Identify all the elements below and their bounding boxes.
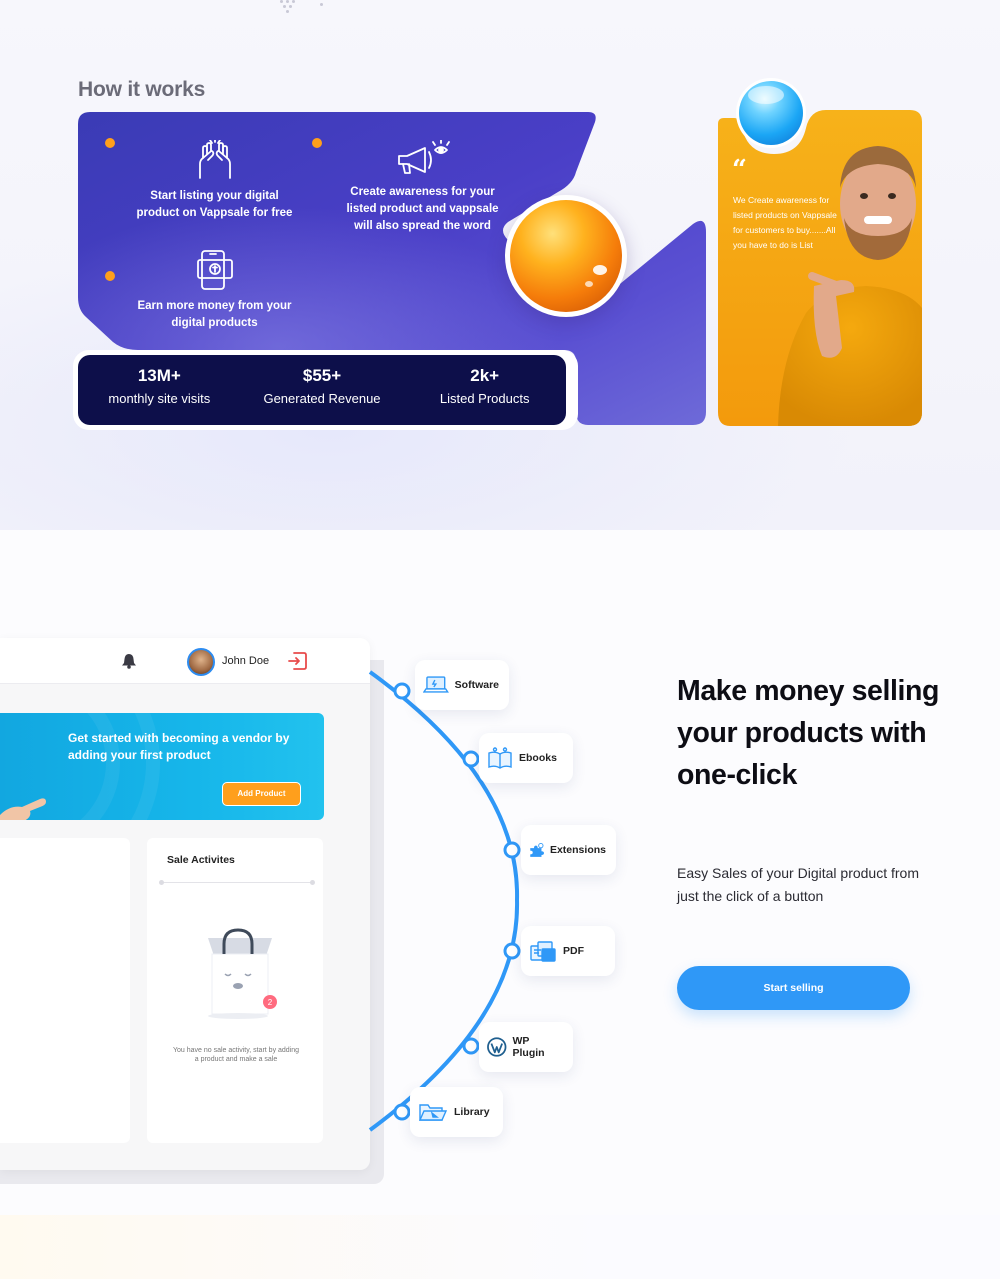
dashboard-panel-left <box>0 838 130 1143</box>
laptop-icon <box>423 676 449 693</box>
stat-label: Generated Revenue <box>263 391 381 406</box>
vendor-banner: Get started with becoming a vendor by ad… <box>0 713 324 820</box>
feature-bullet <box>105 271 115 281</box>
chip-label: Library <box>454 1106 490 1118</box>
start-selling-button[interactable]: Start selling <box>677 966 910 1010</box>
testimonial-card: “ We Create awareness for listed product… <box>716 108 922 426</box>
megaphone-icon <box>397 140 450 174</box>
how-it-works-section: How it works Start listing your digital … <box>0 0 1000 530</box>
stat-visits: 13M+ monthly site visits <box>78 355 241 425</box>
feature-earn-money: Earn more money from your digital produc… <box>132 250 297 332</box>
category-chip-wp-plugin[interactable]: WP Plugin <box>479 1022 573 1072</box>
section-title: How it works <box>78 78 206 101</box>
stat-value: $55+ <box>302 366 342 385</box>
feature-bullet <box>312 138 322 148</box>
stat-revenue: $55+ Generated Revenue <box>241 355 404 425</box>
chip-label: PDF <box>563 945 584 957</box>
feature-bullet <box>105 138 115 148</box>
chip-label: WP Plugin <box>512 1035 545 1059</box>
panel-divider <box>159 880 315 885</box>
avatar[interactable] <box>187 648 215 676</box>
stat-label: Listed Products <box>439 391 530 406</box>
pointing-hand-icon <box>0 798 46 820</box>
wordpress-icon <box>487 1037 507 1057</box>
vendor-banner-text: Get started with becoming a vendor by ad… <box>68 731 290 762</box>
category-chip-pdf[interactable]: PDF <box>521 926 615 976</box>
book-icon <box>488 747 512 769</box>
category-chip-library[interactable]: Library <box>410 1087 503 1137</box>
feature-create-awareness: Create awareness for your listed product… <box>340 140 505 235</box>
category-chip-software[interactable]: Software <box>415 660 509 710</box>
puzzle-icon <box>530 843 544 857</box>
user-name: John Doe <box>222 655 270 667</box>
stat-value: 13M+ <box>137 366 181 385</box>
feature-start-listing: Start listing your digital product on Va… <box>132 140 297 222</box>
add-product-button[interactable]: Add Product <box>222 782 301 806</box>
category-chip-extensions[interactable]: Extensions <box>521 825 616 875</box>
dashboard-header: John Doe <box>0 638 370 684</box>
quote-mark: “ <box>732 155 747 185</box>
chip-label: Software <box>454 679 499 691</box>
blue-sphere-decoration <box>736 78 806 148</box>
stat-label: monthly site visits <box>108 391 211 406</box>
bell-icon[interactable] <box>121 653 137 669</box>
folder-icon <box>418 1104 448 1121</box>
promo-subtext: Easy Sales of your Digital product from … <box>677 865 919 904</box>
empty-sale-text: You have no sale activity, start by addi… <box>172 1047 300 1063</box>
feature-text: Earn more money from your digital produc… <box>137 300 292 329</box>
category-chip-ebooks[interactable]: Ebooks <box>479 733 573 783</box>
section-footer-fade <box>0 1215 1000 1279</box>
feature-text: Create awareness for your listed product… <box>346 186 499 232</box>
money-phone-icon <box>196 250 233 290</box>
promo-headline: Make money selling your products with on… <box>677 675 940 791</box>
dashboard-preview: John Doe Get started with becoming a ven… <box>0 638 370 1170</box>
stat-products: 2k+ Listed Products <box>403 355 566 425</box>
sale-activities-panel: Sale Activites 2 You have no sale activi… <box>147 838 323 1143</box>
stats-bar: 13M+ monthly site visits $55+ Generated … <box>78 355 566 425</box>
empty-bag-illustration: 2 <box>208 928 277 1019</box>
chip-label: Extensions <box>549 844 606 856</box>
stat-value: 2k+ <box>470 366 500 385</box>
feature-text: Start listing your digital product on Va… <box>136 190 293 219</box>
logout-icon[interactable] <box>287 652 307 670</box>
chip-label: Ebooks <box>519 752 557 764</box>
orange-sphere-decoration <box>505 195 627 317</box>
documents-icon <box>530 941 556 962</box>
notification-badge: 2 <box>268 998 273 1007</box>
decorative-dots <box>280 0 330 14</box>
hands-up-icon <box>198 140 231 179</box>
panel-title: Sale Activites <box>167 854 235 866</box>
testimonial-text: We Create awareness for listed products … <box>733 195 837 250</box>
